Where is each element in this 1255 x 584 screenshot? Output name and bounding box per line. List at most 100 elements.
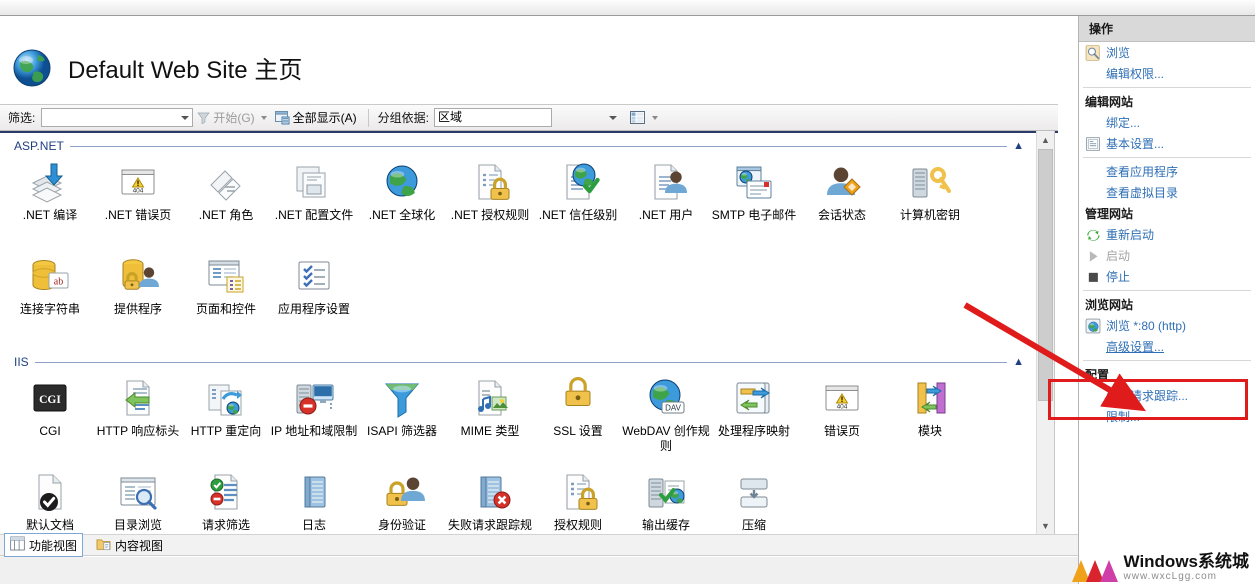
filter-input[interactable] — [41, 108, 194, 127]
action-item[interactable]: 重新启动 — [1079, 224, 1255, 245]
feature-tile[interactable]: 应用程序设置 — [270, 253, 358, 317]
action-item-label: 基本设置... — [1106, 137, 1165, 151]
scroll-down-button[interactable]: ▼ — [1037, 517, 1054, 534]
action-item-label: 绑定... — [1106, 116, 1141, 130]
action-item[interactable]: 基本设置... — [1079, 133, 1255, 154]
action-item[interactable]: 绑定... — [1079, 112, 1255, 133]
features-pane: ASP.NET ▲ .NET 编译 404 .NET 错误页 .NET 角色 .NET 配置… — [0, 131, 1058, 534]
chevron-down-icon[interactable] — [260, 115, 267, 120]
group-by-select[interactable]: 区域 — [434, 108, 618, 127]
view-tab[interactable]: 内容视图 — [91, 534, 168, 556]
feature-tile[interactable]: 授权规则 — [534, 469, 622, 533]
no-icon — [1085, 66, 1101, 82]
feature-tile[interactable]: 会话状态 — [798, 159, 886, 223]
chevron-up-icon[interactable]: ▲ — [1013, 141, 1024, 152]
feature-group: ASP.NET ▲ .NET 编译 404 .NET 错误页 .NET 角色 .NET 配置… — [0, 139, 1035, 349]
action-item[interactable]: 浏览 — [1079, 42, 1255, 63]
feature-tile[interactable]: .NET 全球化 — [358, 159, 446, 223]
action-item[interactable]: 失败请求跟踪... — [1079, 385, 1255, 406]
toolbar-divider — [367, 108, 369, 127]
feature-tile[interactable]: ISAPI 筛选器 — [358, 375, 446, 439]
handler-mappings-icon — [731, 375, 777, 421]
net-globalization-icon — [379, 159, 425, 205]
feature-tile[interactable]: CGI CGI — [6, 375, 94, 439]
feature-tile[interactable]: ab 连接字符串 — [6, 253, 94, 317]
action-item[interactable]: 浏览 *:80 (http) — [1079, 315, 1255, 336]
chevron-down-icon[interactable] — [181, 116, 190, 120]
basic-settings-icon — [1085, 136, 1101, 152]
feature-tile[interactable]: 目录浏览 — [94, 469, 182, 533]
main-content-column: Default Web Site 主页 筛选: 开始(G) 全部显示(A) 分组… — [0, 16, 1078, 534]
feature-tile-label: 页面和控件 — [195, 302, 256, 316]
show-all-button[interactable]: 全部显示(A) — [271, 107, 361, 128]
feature-tile[interactable]: 404 错误页 — [798, 375, 886, 439]
scroll-up-button[interactable]: ▲ — [1037, 131, 1054, 148]
action-item[interactable]: 查看应用程序 — [1079, 161, 1255, 182]
feature-tile[interactable]: DAV WebDAV 创作规则 — [622, 375, 710, 454]
group-divider — [34, 361, 1008, 363]
action-item[interactable]: 编辑权限... — [1079, 63, 1255, 84]
start-filter-button[interactable]: 开始(G) — [193, 107, 270, 128]
action-item-label: 启动 — [1106, 249, 1131, 263]
feature-tile[interactable]: 输出缓存 — [622, 469, 710, 533]
vertical-scrollbar[interactable]: ▲ ▼ — [1036, 131, 1054, 534]
scrollbar-thumb[interactable] — [1038, 149, 1053, 401]
feature-tile[interactable]: 提供程序 — [94, 253, 182, 317]
feature-tile[interactable]: .NET 角色 — [182, 159, 270, 223]
feature-tile[interactable]: 处理程序映射 — [710, 375, 798, 439]
chevron-up-icon[interactable]: ▲ — [1013, 357, 1024, 368]
feature-tile[interactable]: .NET 授权规则 — [446, 159, 534, 223]
feature-tile[interactable]: 404 .NET 错误页 — [94, 159, 182, 223]
feature-tile[interactable]: 身份验证 — [358, 469, 446, 533]
features-view-icon — [10, 536, 25, 554]
feature-tile[interactable]: SMTP 电子邮件 — [710, 159, 798, 223]
authentication-icon — [379, 469, 425, 515]
net-compilation-icon — [27, 159, 73, 205]
feature-tile[interactable]: 日志 — [270, 469, 358, 533]
feature-tile[interactable]: MIME 类型 — [446, 375, 534, 439]
funnel-icon — [197, 112, 211, 124]
feature-tile[interactable]: .NET 编译 — [6, 159, 94, 223]
svg-text:404: 404 — [133, 187, 144, 194]
feature-tile[interactable]: HTTP 响应标头 — [94, 375, 182, 439]
svg-text:404: 404 — [837, 403, 848, 410]
action-item[interactable]: 高级设置... — [1079, 336, 1255, 357]
watermark-url: www.wxcLgg.com — [1123, 571, 1218, 582]
feature-tile-label: 目录浏览 — [113, 518, 162, 532]
feature-tile[interactable]: HTTP 重定向 — [182, 375, 270, 439]
view-tab[interactable]: 功能视图 — [4, 533, 84, 557]
feature-tile-label: 压缩 — [741, 518, 766, 532]
feature-tile-label: .NET 角色 — [198, 208, 254, 222]
feature-tile[interactable]: 模块 — [886, 375, 974, 439]
feature-group-header[interactable]: ASP.NET ▲ — [14, 139, 1024, 153]
no-icon — [1085, 388, 1101, 404]
chevron-down-icon[interactable] — [652, 115, 659, 120]
feature-tile[interactable]: 默认文档 — [6, 469, 94, 533]
feature-group-header[interactable]: IIS ▲ — [14, 355, 1024, 369]
providers-icon — [115, 253, 161, 299]
feature-tile[interactable]: .NET 信任级别 — [534, 159, 622, 223]
feature-tile[interactable]: IP 地址和域限制 — [270, 375, 358, 439]
feature-tile[interactable]: 请求筛选 — [182, 469, 270, 533]
view-tabs: 功能视图 内容视图 — [0, 533, 1078, 557]
action-item[interactable]: 查看虚拟目录 — [1079, 182, 1255, 203]
action-item-label: 查看应用程序 — [1106, 165, 1179, 179]
action-item[interactable]: 停止 — [1079, 266, 1255, 287]
pages-and-controls-icon — [203, 253, 249, 299]
group-by-value: 区域 — [438, 110, 463, 124]
feature-tile[interactable]: 失败请求跟踪规则 — [446, 469, 534, 534]
browse-site-icon — [1085, 318, 1101, 334]
feature-tile[interactable]: 页面和控件 — [182, 253, 270, 317]
view-mode-button[interactable] — [626, 109, 662, 127]
feature-tile[interactable]: 计算机密钥 — [886, 159, 974, 223]
feature-tile[interactable]: SSL 设置 — [534, 375, 622, 439]
chevron-down-icon[interactable] — [609, 116, 618, 120]
browse-icon — [1085, 44, 1101, 61]
feature-tile-label: 默认文档 — [25, 518, 74, 532]
no-icon — [1085, 164, 1101, 180]
feature-tile[interactable]: 压缩 — [710, 469, 798, 533]
output-caching-icon — [643, 469, 689, 515]
action-item[interactable]: 限制... — [1079, 406, 1255, 427]
feature-tile[interactable]: .NET 配置文件 — [270, 159, 358, 223]
feature-tile[interactable]: .NET 用户 — [622, 159, 710, 223]
